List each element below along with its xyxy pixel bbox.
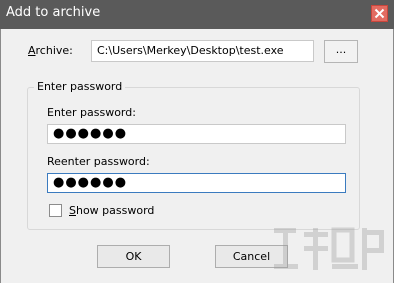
password-group-legend: Enter password (34, 80, 126, 93)
watermark-logo (274, 227, 384, 270)
reenter-password-field[interactable]: ●●●●●● (47, 173, 346, 193)
show-password-accel: S (69, 204, 76, 217)
archive-label: Archive: (28, 44, 73, 57)
browse-button[interactable]: ... (324, 40, 358, 63)
close-icon (374, 8, 385, 19)
show-password-label[interactable]: Show password (69, 204, 154, 217)
reenter-password-label: Reenter password: (47, 155, 150, 168)
archive-label-accel: A (28, 44, 36, 57)
enter-password-field[interactable]: ●●●●●● (47, 124, 346, 144)
window-title: Add to archive (6, 5, 101, 20)
show-password-label-rest: how password (75, 204, 155, 217)
archive-label-rest: rchive: (35, 44, 73, 57)
title-bar[interactable]: Add to archive (0, 0, 394, 29)
close-button[interactable] (371, 5, 388, 22)
show-password-checkbox[interactable] (49, 204, 62, 217)
ok-button[interactable]: OK (97, 245, 170, 268)
archive-path-field[interactable]: C:\Users\Merkey\Desktop\test.exe (91, 40, 314, 62)
enter-password-label: Enter password: (47, 106, 136, 119)
